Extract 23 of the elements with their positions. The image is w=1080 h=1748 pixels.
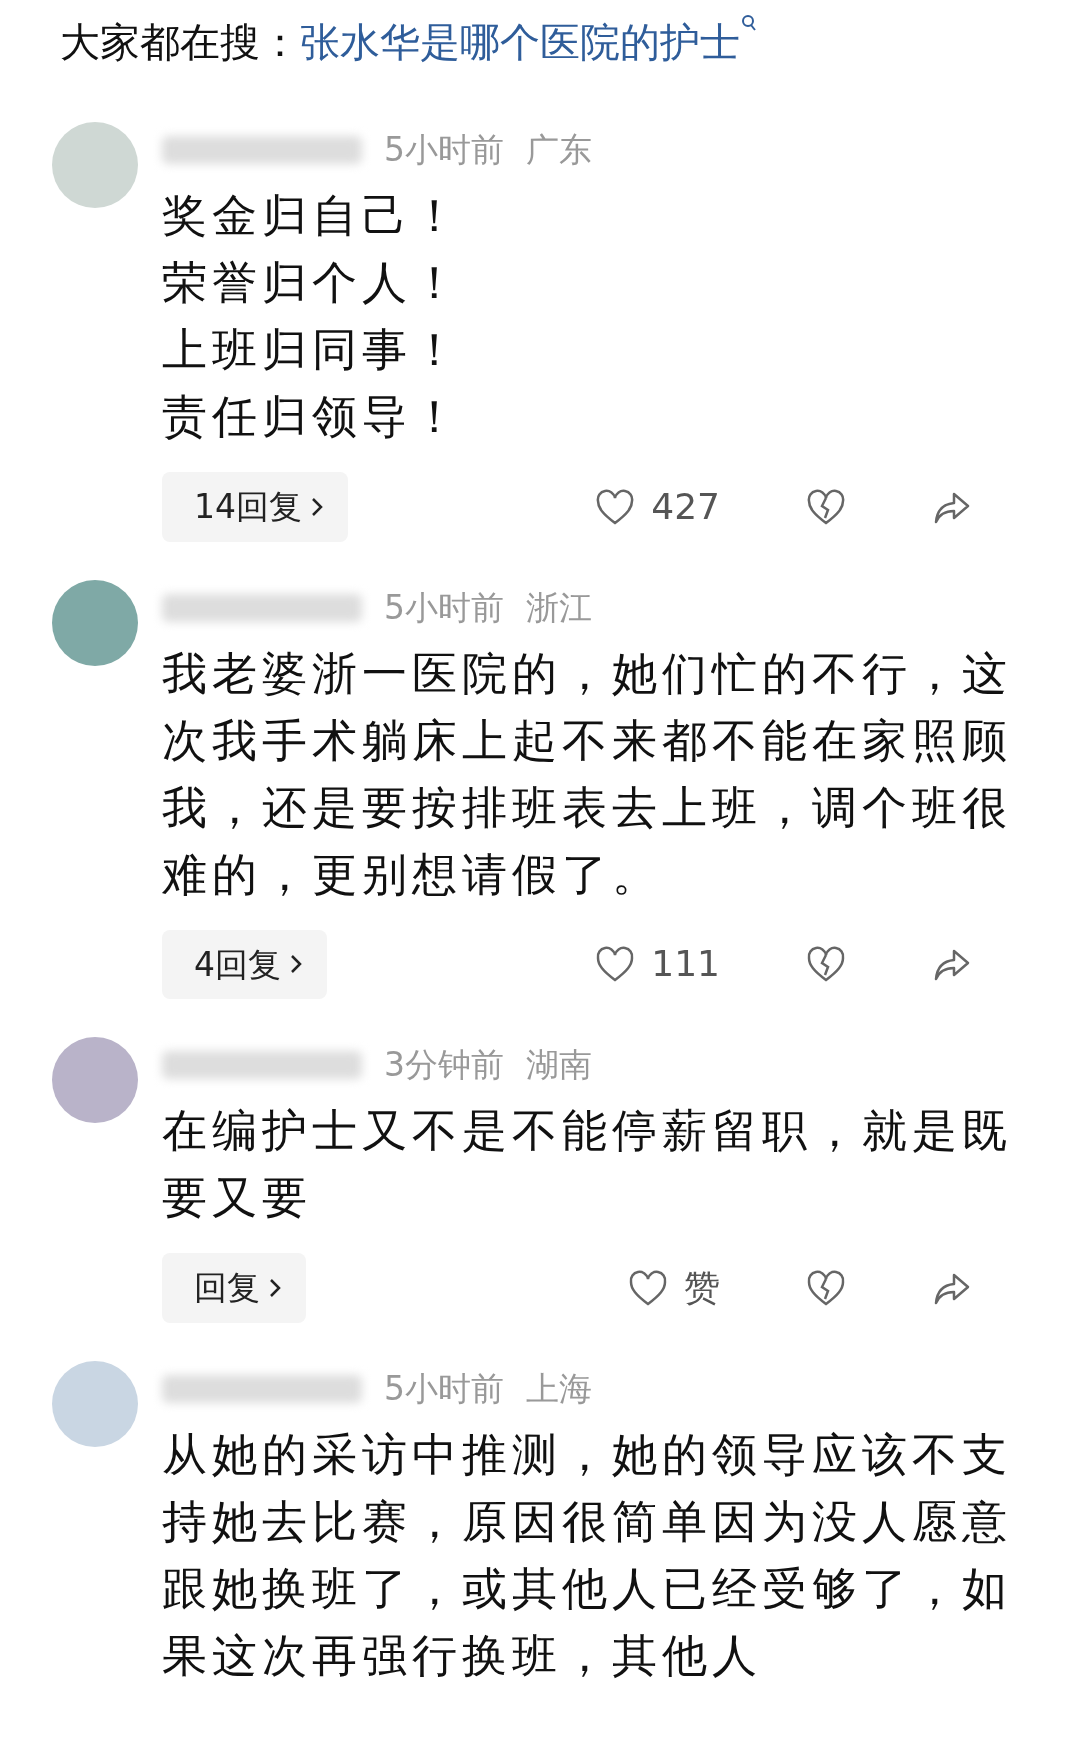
replies-button[interactable]: 回复 <box>162 1253 306 1323</box>
comment-text: 我老婆浙一医院的，她们忙的不行，这次我手术躺床上起不来都不能在家照顾我，还是要按排班表去上班，调个班很难的，更别想请假了。 <box>162 645 1013 903</box>
search-link[interactable]: 张水华是哪个医院的护士 <box>300 12 740 72</box>
comment-time: 5小时前 <box>384 1367 504 1410</box>
replies-button[interactable]: 14回复 <box>162 472 348 542</box>
comment-text: 奖金归自己！ <box>162 188 463 244</box>
comment-text: 荣誉归个人！ <box>162 255 463 311</box>
comment-text: 上班归同事！ <box>162 322 463 378</box>
comment-time: 5小时前 <box>384 129 504 172</box>
comment-time: 3分钟前 <box>384 1044 504 1087</box>
search-label: 大家都在搜： <box>60 18 300 67</box>
comment-region: 湖南 <box>526 1044 592 1087</box>
comment-time: 5小时前 <box>384 586 504 629</box>
like-count: 427 <box>651 484 720 529</box>
comment-region: 上海 <box>526 1367 592 1410</box>
like-count: 赞 <box>684 1265 720 1310</box>
comment-region: 浙江 <box>526 586 592 629</box>
comment-text: 责任归领导！ <box>162 389 463 445</box>
like-count: 111 <box>651 942 720 987</box>
comment-region: 广东 <box>526 129 592 172</box>
comment-text: 从她的采访中推测，她的领导应该不支持她去比赛，原因很简单因为没人愿意跟她换班了，或其他人已经受够了，如果这次再强行换班，其他人 <box>162 1426 1013 1684</box>
comment-text: 在编护士又不是不能停薪留职，就是既要又要 <box>162 1103 1013 1226</box>
replies-button[interactable]: 4回复 <box>162 929 327 999</box>
